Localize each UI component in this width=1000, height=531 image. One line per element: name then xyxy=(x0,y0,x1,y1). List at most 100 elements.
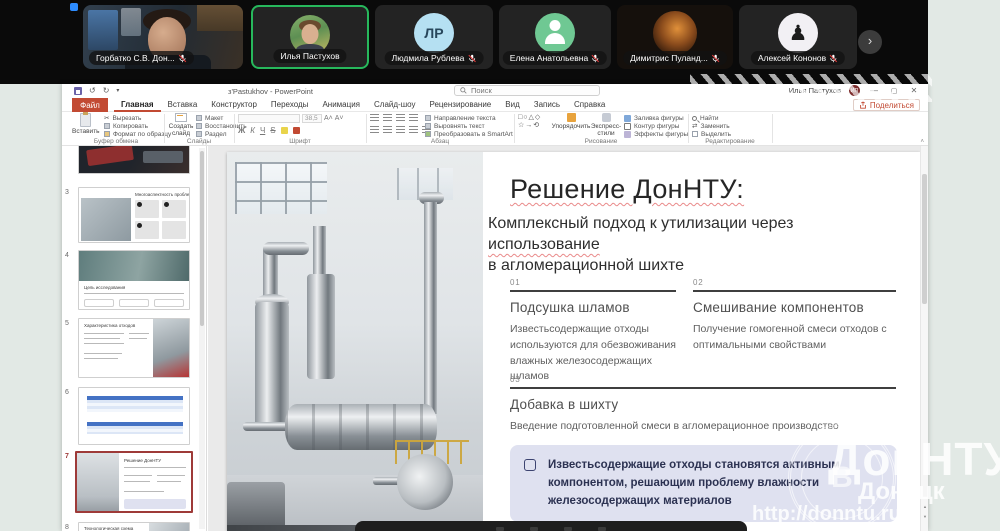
thumbnail-slide-6[interactable] xyxy=(78,387,190,445)
participant-tile-gorbatko[interactable]: Горбатко С.В. Дон... xyxy=(83,5,243,69)
group-separator xyxy=(366,114,367,143)
arrange-label: Упорядочить xyxy=(552,123,591,130)
bullet-list-icon[interactable] xyxy=(370,114,379,121)
text-direction-button[interactable]: Направление текста xyxy=(425,114,496,122)
participant-tile-pastukhov[interactable]: Илья Пастухов xyxy=(251,5,369,69)
copy-button[interactable]: Копировать xyxy=(104,122,148,130)
meeting-toolbar[interactable] xyxy=(355,521,747,531)
meeting-view-icon[interactable] xyxy=(70,3,78,11)
thumbnail-slide-7-selected[interactable]: Решение ДонНТУ xyxy=(75,451,193,513)
thumbnail-slide-2[interactable] xyxy=(78,146,190,174)
underline-button[interactable]: Ч xyxy=(260,126,265,135)
strikethrough-button[interactable]: S xyxy=(270,126,275,135)
undo-icon[interactable]: ↺ xyxy=(89,86,96,95)
shape-outline-button[interactable]: Контур фигуры xyxy=(624,122,679,130)
tab-animations[interactable]: Анимация xyxy=(315,98,367,112)
format-painter-button[interactable]: Формат по образцу xyxy=(104,130,171,138)
quick-styles-button[interactable]: Экспресс-стили xyxy=(590,113,622,137)
thumbnail-slide-3[interactable]: Многоаспектность проблемы xyxy=(78,187,190,243)
account-avatar[interactable]: ИП xyxy=(849,85,860,96)
participant-tile-kononov[interactable]: ♟ Алексей Кононов xyxy=(739,5,857,69)
new-slide-button[interactable]: Создать слайд xyxy=(168,113,194,137)
participant-name: Илья Пастухов xyxy=(280,51,339,61)
close-button[interactable]: ✕ xyxy=(908,86,920,95)
thumbnail-slide-8[interactable]: Технологическая схема xyxy=(78,522,190,531)
tab-help[interactable]: Справка xyxy=(567,98,612,112)
current-slide[interactable]: Решение ДонНТУ: Комплексный подход к ути… xyxy=(227,152,920,531)
scrollbar-thumb[interactable] xyxy=(200,151,204,326)
font-name-select[interactable] xyxy=(238,114,300,123)
font-size-select[interactable]: 38,5 xyxy=(302,114,322,123)
smartart-button[interactable]: Преобразовать в SmartArt xyxy=(425,130,513,138)
qat-dropdown-icon[interactable]: ▾ xyxy=(116,87,119,94)
account-name[interactable]: Илья Пастухов xyxy=(789,86,841,95)
select-button[interactable]: Выделить xyxy=(692,130,731,138)
previous-slide-icon[interactable]: ▲ xyxy=(921,504,929,509)
bold-button[interactable]: Ж xyxy=(238,126,245,135)
italic-button[interactable]: К xyxy=(250,126,255,135)
shapes-gallery[interactable]: □○△◇ ☆→⟲ xyxy=(518,114,541,130)
share-button[interactable]: Поделиться xyxy=(853,99,920,111)
powerpoint-window: ↺ ↻ ▾ з'Pastukhov - PowerPoint Поиск Иль… xyxy=(62,84,928,531)
layout-button[interactable]: Макет xyxy=(196,114,223,122)
section-icon xyxy=(196,131,202,137)
tab-file[interactable]: Файл xyxy=(72,98,108,112)
text-direction-icon xyxy=(425,115,431,121)
paste-button[interactable]: Вставить xyxy=(72,113,100,135)
ribbon: Вставить ✂Вырезать Копировать Формат по … xyxy=(62,112,928,146)
minimize-button[interactable]: — xyxy=(868,86,880,95)
close-icon: ✕ xyxy=(911,86,918,95)
next-slide-icon[interactable]: ▼ xyxy=(921,514,929,519)
section-button[interactable]: Раздел xyxy=(196,130,226,138)
participant-tile-dimitris[interactable]: Димитрис Пуланд... xyxy=(617,5,733,69)
indent-decrease-icon[interactable] xyxy=(396,114,405,121)
tab-slideshow[interactable]: Слайд-шоу xyxy=(367,98,422,112)
grow-font-icon[interactable]: A˄ xyxy=(324,115,333,122)
search-input[interactable]: Поиск xyxy=(454,85,600,96)
participant-tile-elena[interactable]: Елена Анатольевна xyxy=(499,5,611,69)
align-left-icon[interactable] xyxy=(370,126,379,133)
shrink-font-icon[interactable]: A˅ xyxy=(335,115,344,122)
align-text-button[interactable]: Выровнять текст xyxy=(425,122,485,130)
align-center-icon[interactable] xyxy=(383,126,392,133)
thumbnail-slide-5[interactable]: Характеристика отходов xyxy=(78,318,190,378)
thumbnail-text-line xyxy=(129,338,147,339)
restore-button[interactable]: ▢ xyxy=(888,87,900,95)
tab-design[interactable]: Конструктор xyxy=(204,98,264,112)
mic-muted-icon xyxy=(178,54,187,63)
justify-icon[interactable] xyxy=(409,126,418,133)
thumbnail-scrollbar[interactable] xyxy=(199,148,205,529)
align-right-icon[interactable] xyxy=(396,126,405,133)
shape-fill-button[interactable]: Заливка фигуры xyxy=(624,114,684,122)
slide-scrollbar[interactable]: ▲ ▼ xyxy=(920,146,928,531)
redo-icon[interactable]: ↻ xyxy=(103,86,110,95)
shape-effects-button[interactable]: Эффекты фигуры xyxy=(624,130,688,138)
scrollbar-thumb[interactable] xyxy=(922,174,927,304)
tab-transitions[interactable]: Переходы xyxy=(264,98,316,112)
find-button[interactable]: Найти xyxy=(692,114,719,122)
slide-title: Решение ДонНТУ: xyxy=(510,174,744,205)
slide-number: 6 xyxy=(65,389,69,396)
next-participants-button[interactable]: › xyxy=(858,30,882,54)
tab-home[interactable]: Главная xyxy=(114,98,161,112)
ribbon-tabs: Главная Вставка Конструктор Переходы Ани… xyxy=(114,98,612,112)
mic-muted-icon xyxy=(829,54,838,63)
arrange-button[interactable]: Упорядочить xyxy=(554,113,588,130)
font-color-icon[interactable] xyxy=(293,127,300,134)
highlight-color-icon[interactable] xyxy=(281,127,288,134)
cut-button[interactable]: ✂Вырезать xyxy=(104,114,141,122)
participant-tile-rubleva[interactable]: ЛР Людмила Рублева xyxy=(375,5,493,69)
tab-view[interactable]: Вид xyxy=(498,98,526,112)
replace-button[interactable]: ⇄Заменить xyxy=(692,122,730,130)
tab-record[interactable]: Запись xyxy=(527,98,567,112)
participant-name: Людмила Рублева xyxy=(392,53,465,63)
tab-review[interactable]: Рецензирование xyxy=(422,98,498,112)
indent-increase-icon[interactable] xyxy=(409,114,418,121)
numbered-list-icon[interactable] xyxy=(383,114,392,121)
collapse-ribbon-icon[interactable]: ˄ xyxy=(920,139,924,145)
tab-insert[interactable]: Вставка xyxy=(161,98,205,112)
thumbnail-slide-4[interactable]: Цель исследования xyxy=(78,250,190,310)
save-icon[interactable] xyxy=(74,87,82,95)
toolbar-icon xyxy=(530,527,538,531)
arrange-icon xyxy=(567,113,576,122)
